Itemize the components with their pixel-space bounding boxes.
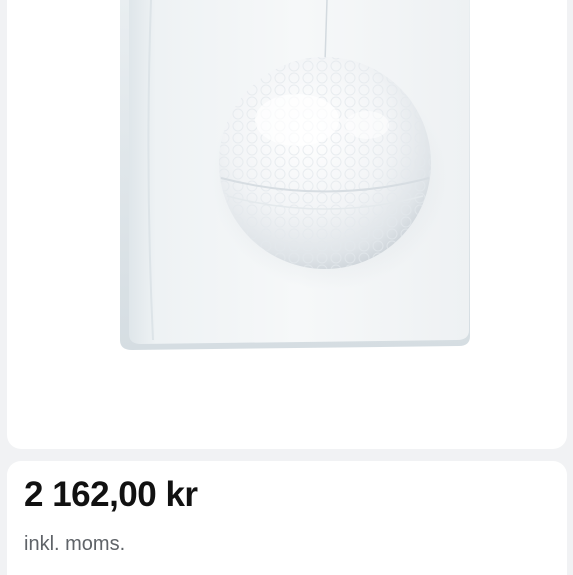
product-image[interactable] <box>7 0 567 449</box>
price-card: 2 162,00 kr inkl. moms. <box>7 461 567 575</box>
vat-note: inkl. moms. <box>24 533 126 555</box>
product-page: 2 162,00 kr inkl. moms. <box>0 0 573 575</box>
product-price: 2 162,00 kr <box>24 475 198 514</box>
product-image-card[interactable] <box>7 0 567 449</box>
